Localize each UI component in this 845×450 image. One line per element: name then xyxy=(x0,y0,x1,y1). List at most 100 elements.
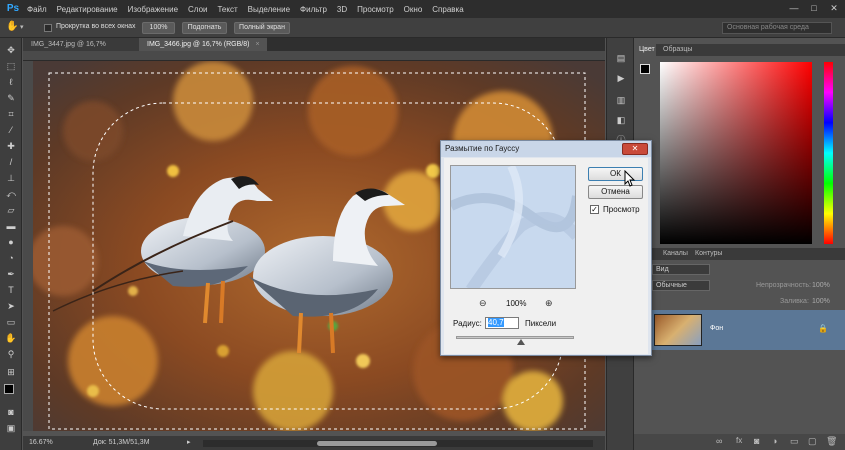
tool-preset-chevron-icon[interactable]: ▾ xyxy=(20,23,24,31)
gradient-tool-icon[interactable]: ▬ xyxy=(4,220,18,232)
menu-select[interactable]: Выделение xyxy=(243,5,295,14)
maximize-button[interactable]: □ xyxy=(807,2,821,14)
zoom-100-button[interactable]: 100% xyxy=(142,22,175,34)
opacity-value[interactable]: 100% xyxy=(812,282,830,289)
properties-icon[interactable]: ▥ xyxy=(614,94,628,106)
radius-input[interactable]: 40,7 xyxy=(485,317,519,329)
radius-slider[interactable] xyxy=(456,336,574,339)
blur-preview[interactable] xyxy=(450,165,576,289)
menu-file[interactable]: Файл xyxy=(22,5,52,14)
tab-swatches[interactable]: Образцы xyxy=(658,44,692,56)
color-panel-tabs: Цвет Образцы xyxy=(634,44,845,56)
menu-image[interactable]: Изображение xyxy=(123,5,183,14)
status-bar: 16.67% Док: 51,3M/51,3M ▸ xyxy=(23,436,605,450)
blend-mode-select[interactable]: Обычные xyxy=(652,280,710,291)
menu-type[interactable]: Текст xyxy=(212,5,242,14)
right-panels: Цвет Образцы Каналы Контуры Вид Обычные … xyxy=(634,38,845,450)
scroll-thumb[interactable] xyxy=(317,441,437,446)
layer-thumbnail xyxy=(654,314,702,346)
color-field[interactable] xyxy=(660,62,812,244)
close-window-button[interactable]: ✕ xyxy=(827,2,841,14)
document-tabs: IMG_3447.jpg @ 16,7% (RGB/8)× IMG_3466.j… xyxy=(23,38,605,61)
menu-view[interactable]: Просмотр xyxy=(352,5,399,14)
menu-window[interactable]: Окно xyxy=(399,5,428,14)
history-icon[interactable]: ▤ xyxy=(614,52,628,64)
move-tool-icon[interactable]: ✥ xyxy=(4,44,18,56)
stamp-tool-icon[interactable]: ⊥ xyxy=(4,172,18,184)
scroll-all-checkbox[interactable] xyxy=(44,24,52,32)
healing-tool-icon[interactable]: ✚ xyxy=(4,140,18,152)
lasso-tool-icon[interactable]: ℓ xyxy=(4,76,18,88)
hand-tool-icon: ✋ xyxy=(6,21,19,32)
dialog-body: ОК Отмена ✓ Просмотр ⊖ 100% ⊕ Радиус: 40… xyxy=(444,158,648,354)
fill-value[interactable]: 100% xyxy=(812,298,830,305)
fullscreen-button[interactable]: Полный экран xyxy=(234,22,290,34)
horizontal-ruler xyxy=(23,51,605,61)
menu-bar: Ps Файл Редактирование Изображение Слои … xyxy=(0,0,845,18)
radius-slider-thumb[interactable] xyxy=(516,339,525,345)
crop-tool-icon[interactable]: ⌗ xyxy=(4,108,18,120)
layer-row-background[interactable]: Фон 🔒 xyxy=(634,310,845,350)
tab-paths[interactable]: Контуры xyxy=(690,248,722,260)
tab-img-3447[interactable]: IMG_3447.jpg @ 16,7% (RGB/8)× xyxy=(23,38,139,61)
layer-name[interactable]: Фон xyxy=(710,325,723,332)
fit-screen-button[interactable]: Подогнать xyxy=(182,22,227,34)
photoshop-window: Ps Файл Редактирование Изображение Слои … xyxy=(0,0,845,450)
fx-icon[interactable]: fx xyxy=(736,436,742,445)
mouse-cursor-icon xyxy=(624,170,636,187)
hue-slider[interactable] xyxy=(824,62,833,244)
layers-panel-tabs: Каналы Контуры xyxy=(634,248,845,260)
scroll-all-label: Прокрутка во всех окнах xyxy=(56,23,136,30)
zoom-level[interactable]: 16.67% xyxy=(29,436,53,450)
horizontal-scrollbar[interactable] xyxy=(203,440,593,447)
trash-icon[interactable]: 🗑 xyxy=(826,436,837,447)
history-brush-tool-icon[interactable]: ⤺ xyxy=(4,188,18,200)
link-layers-icon[interactable]: ∞ xyxy=(716,436,722,446)
preview-image xyxy=(451,166,575,288)
screen-mode-icon[interactable]: ▣ xyxy=(4,422,18,434)
default-colors-icon[interactable]: ⊞ xyxy=(4,366,18,378)
actions-icon[interactable]: ▶ xyxy=(614,72,628,84)
zoom-tool-icon[interactable]: ⚲ xyxy=(4,348,18,360)
brush-tool-icon[interactable]: / xyxy=(4,156,18,168)
gaussian-blur-dialog: Размытие по Гауссу ✕ ОК Отмена ✓ Просмот… xyxy=(440,140,652,356)
menu-3d[interactable]: 3D xyxy=(332,5,352,14)
hand-tool-icon[interactable]: ✋ xyxy=(4,332,18,344)
type-tool-icon[interactable]: T xyxy=(4,284,18,296)
new-layer-icon[interactable]: ▢ xyxy=(808,436,817,447)
layer-kind-filter[interactable]: Вид xyxy=(652,264,710,275)
marquee-tool-icon[interactable]: ⬚ xyxy=(4,60,18,72)
blur-tool-icon[interactable]: ● xyxy=(4,236,18,248)
eyedropper-tool-icon[interactable]: ⁄ xyxy=(4,124,18,136)
close-icon[interactable]: × xyxy=(255,41,259,48)
foreground-color-swatch[interactable] xyxy=(4,384,14,394)
zoom-out-icon[interactable]: ⊖ xyxy=(479,298,487,309)
quick-select-tool-icon[interactable]: ✎ xyxy=(4,92,18,104)
menu-edit[interactable]: Редактирование xyxy=(52,5,123,14)
dodge-tool-icon[interactable]: ◔ xyxy=(4,252,18,264)
status-arrow-icon[interactable]: ▸ xyxy=(187,436,191,450)
dialog-close-button[interactable]: ✕ xyxy=(622,143,648,155)
group-icon[interactable]: ▭ xyxy=(790,436,799,447)
tab-channels[interactable]: Каналы xyxy=(658,248,688,260)
workspace-select[interactable]: Основная рабочая среда xyxy=(722,22,832,34)
eraser-tool-icon[interactable]: ▱ xyxy=(4,204,18,216)
menu-help[interactable]: Справка xyxy=(427,5,468,14)
preview-checkbox[interactable]: ✓ xyxy=(590,205,599,214)
tab-img-3466[interactable]: IMG_3466.jpg @ 16,7% (RGB/8) × xyxy=(139,38,267,51)
minimize-button[interactable]: — xyxy=(787,2,801,14)
adjustments-icon[interactable]: ◧ xyxy=(614,114,628,126)
menu-layers[interactable]: Слои xyxy=(183,5,212,14)
shape-tool-icon[interactable]: ▭ xyxy=(4,316,18,328)
path-select-tool-icon[interactable]: ➤ xyxy=(4,300,18,312)
mask-icon[interactable]: ◙ xyxy=(754,436,759,446)
preview-label: Просмотр xyxy=(603,205,640,214)
menu-filter[interactable]: Фильтр xyxy=(295,5,332,14)
adjustment-layer-icon[interactable]: ◑ xyxy=(772,436,777,446)
quick-mask-icon[interactable]: ◙ xyxy=(4,406,18,418)
color-fg-swatch[interactable] xyxy=(640,64,650,74)
pen-tool-icon[interactable]: ✒ xyxy=(4,268,18,280)
zoom-in-icon[interactable]: ⊕ xyxy=(545,298,553,309)
window-controls: — □ ✕ xyxy=(787,2,841,14)
tab-color[interactable]: Цвет xyxy=(634,44,656,56)
